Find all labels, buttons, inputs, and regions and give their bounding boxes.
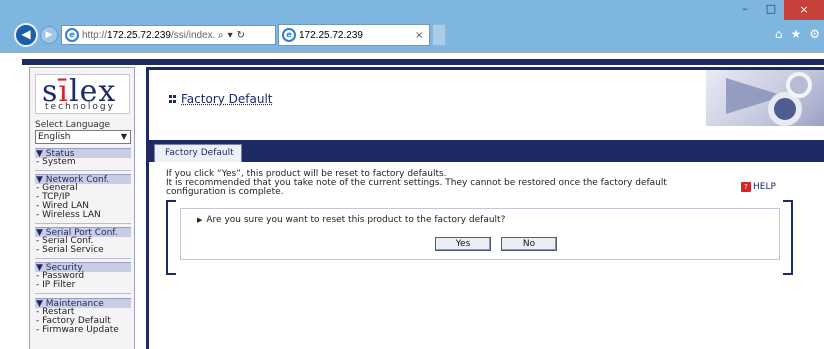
nav-section-maintenance: ▼ Maintenance - Restart - Factory Defaul… <box>35 298 131 335</box>
tab-title: 172.25.72.239 <box>299 29 363 41</box>
divider <box>35 258 131 259</box>
language-label: Select Language <box>35 120 111 130</box>
sidebar-item-serial-service[interactable]: - Serial Service <box>35 246 131 255</box>
tab-bar: Factory Default <box>149 140 824 162</box>
divider <box>35 293 131 294</box>
home-icon[interactable]: ⌂ <box>775 27 783 41</box>
nav-section-security: ▼ Security - Password - IP Filter <box>35 262 131 294</box>
grid-icon <box>169 95 177 103</box>
minimize-button[interactable]: – <box>732 0 758 20</box>
close-window-button[interactable]: × <box>784 0 824 20</box>
nav-section-network: ▼ Network Conf. - General - TCP/IP - Wir… <box>35 174 131 224</box>
yes-button[interactable]: Yes <box>435 237 491 251</box>
address-bar[interactable]: e http://172.25.72.239/ssi/index.htm?paç… <box>61 25 276 45</box>
url-text[interactable]: http://172.25.72.239/ssi/index.htm?paç <box>82 30 216 41</box>
back-button[interactable]: ◀ <box>14 23 38 47</box>
settings-icon[interactable]: ⚙ <box>809 27 820 41</box>
help-icon: ? <box>741 182 751 192</box>
page-title-text: Factory Default <box>181 92 273 106</box>
maximize-button[interactable]: □ <box>758 0 784 20</box>
refresh-icon[interactable]: ↻ <box>237 30 245 41</box>
sidebar: sīlex technology Select Language English… <box>29 67 135 349</box>
confirm-dialog: ▶ Are you sure you want to reset this pro… <box>180 208 780 260</box>
sidebar-item-ip-filter[interactable]: - IP Filter <box>35 281 131 290</box>
description: If you click “Yes”, this product will be… <box>166 170 686 197</box>
help-label: HELP <box>753 182 776 192</box>
chevron-down-icon[interactable]: ▾ <box>228 30 233 41</box>
browser-tab[interactable]: e 172.25.72.239 × <box>278 24 430 46</box>
nav-section-serial: ▼ Serial Port Conf. - Serial Conf. - Ser… <box>35 227 131 259</box>
chevron-down-icon: ▼ <box>120 132 127 141</box>
language-select[interactable]: English ▼ <box>35 130 131 144</box>
forward-button[interactable]: ▶ <box>40 26 58 44</box>
confirm-question-text: Are you sure you want to reset this prod… <box>206 215 506 225</box>
top-accent-bar <box>22 59 824 65</box>
window-controls: – □ × <box>732 0 824 20</box>
page-title: Factory Default <box>169 92 273 106</box>
divider <box>35 170 131 171</box>
new-tab-button[interactable] <box>432 24 446 46</box>
divider <box>35 223 131 224</box>
sidebar-item-system[interactable]: - System <box>35 158 131 167</box>
silex-logo: sīlex technology <box>35 74 130 114</box>
tab-favicon-icon: e <box>282 28 296 42</box>
triangle-right-icon: ▶ <box>197 216 203 224</box>
forward-arrow-icon: ▶ <box>45 30 53 40</box>
confirm-question: ▶ Are you sure you want to reset this pro… <box>197 215 505 225</box>
logo-subtitle: technology <box>45 102 115 112</box>
url-host: 172.25.72.239 <box>107 29 171 41</box>
description-line: configuration is complete. <box>166 187 284 197</box>
search-icon[interactable]: ⌕ <box>218 30 224 41</box>
header-graphic <box>706 70 824 126</box>
confirm-frame: ▶ Are you sure you want to reset this pro… <box>166 200 793 275</box>
help-link[interactable]: ? HELP <box>741 182 776 192</box>
favorites-icon[interactable]: ★ <box>790 27 801 41</box>
page-area: sīlex technology Select Language English… <box>0 52 824 349</box>
main-content: Factory Default Factory Default If you c… <box>146 67 824 349</box>
back-arrow-icon: ◀ <box>21 27 31 41</box>
language-value: English <box>38 132 71 142</box>
url-prefix: http:// <box>82 29 108 41</box>
ie-logo-icon: e <box>65 28 79 42</box>
browser-toolbar-right: ⌂ ★ ⚙ <box>775 27 820 41</box>
tab-factory-default[interactable]: Factory Default <box>154 144 242 162</box>
nav-section-status: ▼ Status - System <box>35 148 131 171</box>
browser-chrome: – □ × ◀ ▶ e http://172.25.72.239/ssi/ind… <box>0 0 824 52</box>
url-path: /ssi/index.htm?paç <box>170 29 216 41</box>
sidebar-item-wireless-lan[interactable]: - Wireless LAN <box>35 211 131 220</box>
no-button[interactable]: No <box>501 237 557 251</box>
sidebar-item-firmware-update[interactable]: - Firmware Update <box>35 326 131 335</box>
tab-close-icon[interactable]: × <box>415 30 423 41</box>
